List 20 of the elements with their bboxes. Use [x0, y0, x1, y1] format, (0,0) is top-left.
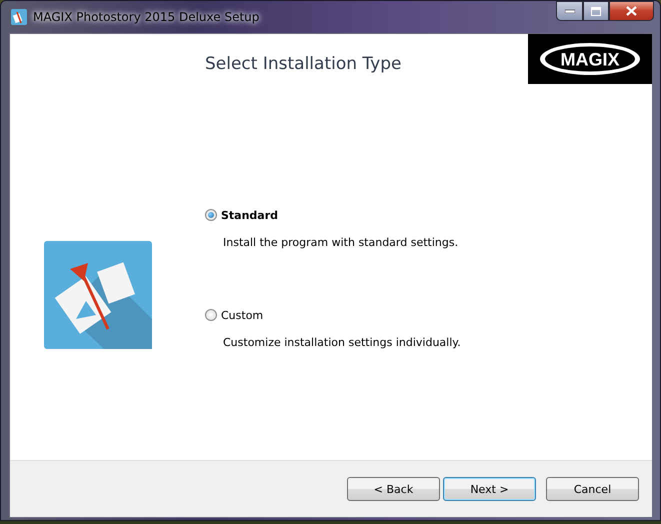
minimize-button[interactable]: [556, 1, 583, 21]
radio-button[interactable]: [205, 209, 217, 221]
dialog-button[interactable]: < Back: [347, 477, 440, 501]
page-title: Select Installation Type: [205, 54, 402, 76]
close-icon: [626, 6, 637, 16]
option-description: Install the program with standard settings.: [223, 236, 458, 249]
maximize-icon: [591, 6, 601, 16]
radio-button[interactable]: [205, 309, 217, 321]
dialog-button[interactable]: Next >: [443, 477, 536, 501]
maximize-button[interactable]: [583, 1, 609, 21]
window-title: MAGIX Photostory 2015 Deluxe Setup: [33, 10, 260, 24]
photo-app-icon: [44, 241, 152, 349]
minimize-icon: [564, 9, 574, 13]
logo: MAGIX: [528, 34, 652, 84]
option-label[interactable]: Custom: [221, 308, 264, 322]
app-icon: [11, 9, 27, 25]
close-button[interactable]: [609, 1, 654, 21]
option-label[interactable]: Standard: [221, 208, 278, 222]
option-description: Customize installation settings individually.: [223, 336, 461, 349]
dialog-button[interactable]: Cancel: [546, 477, 639, 501]
